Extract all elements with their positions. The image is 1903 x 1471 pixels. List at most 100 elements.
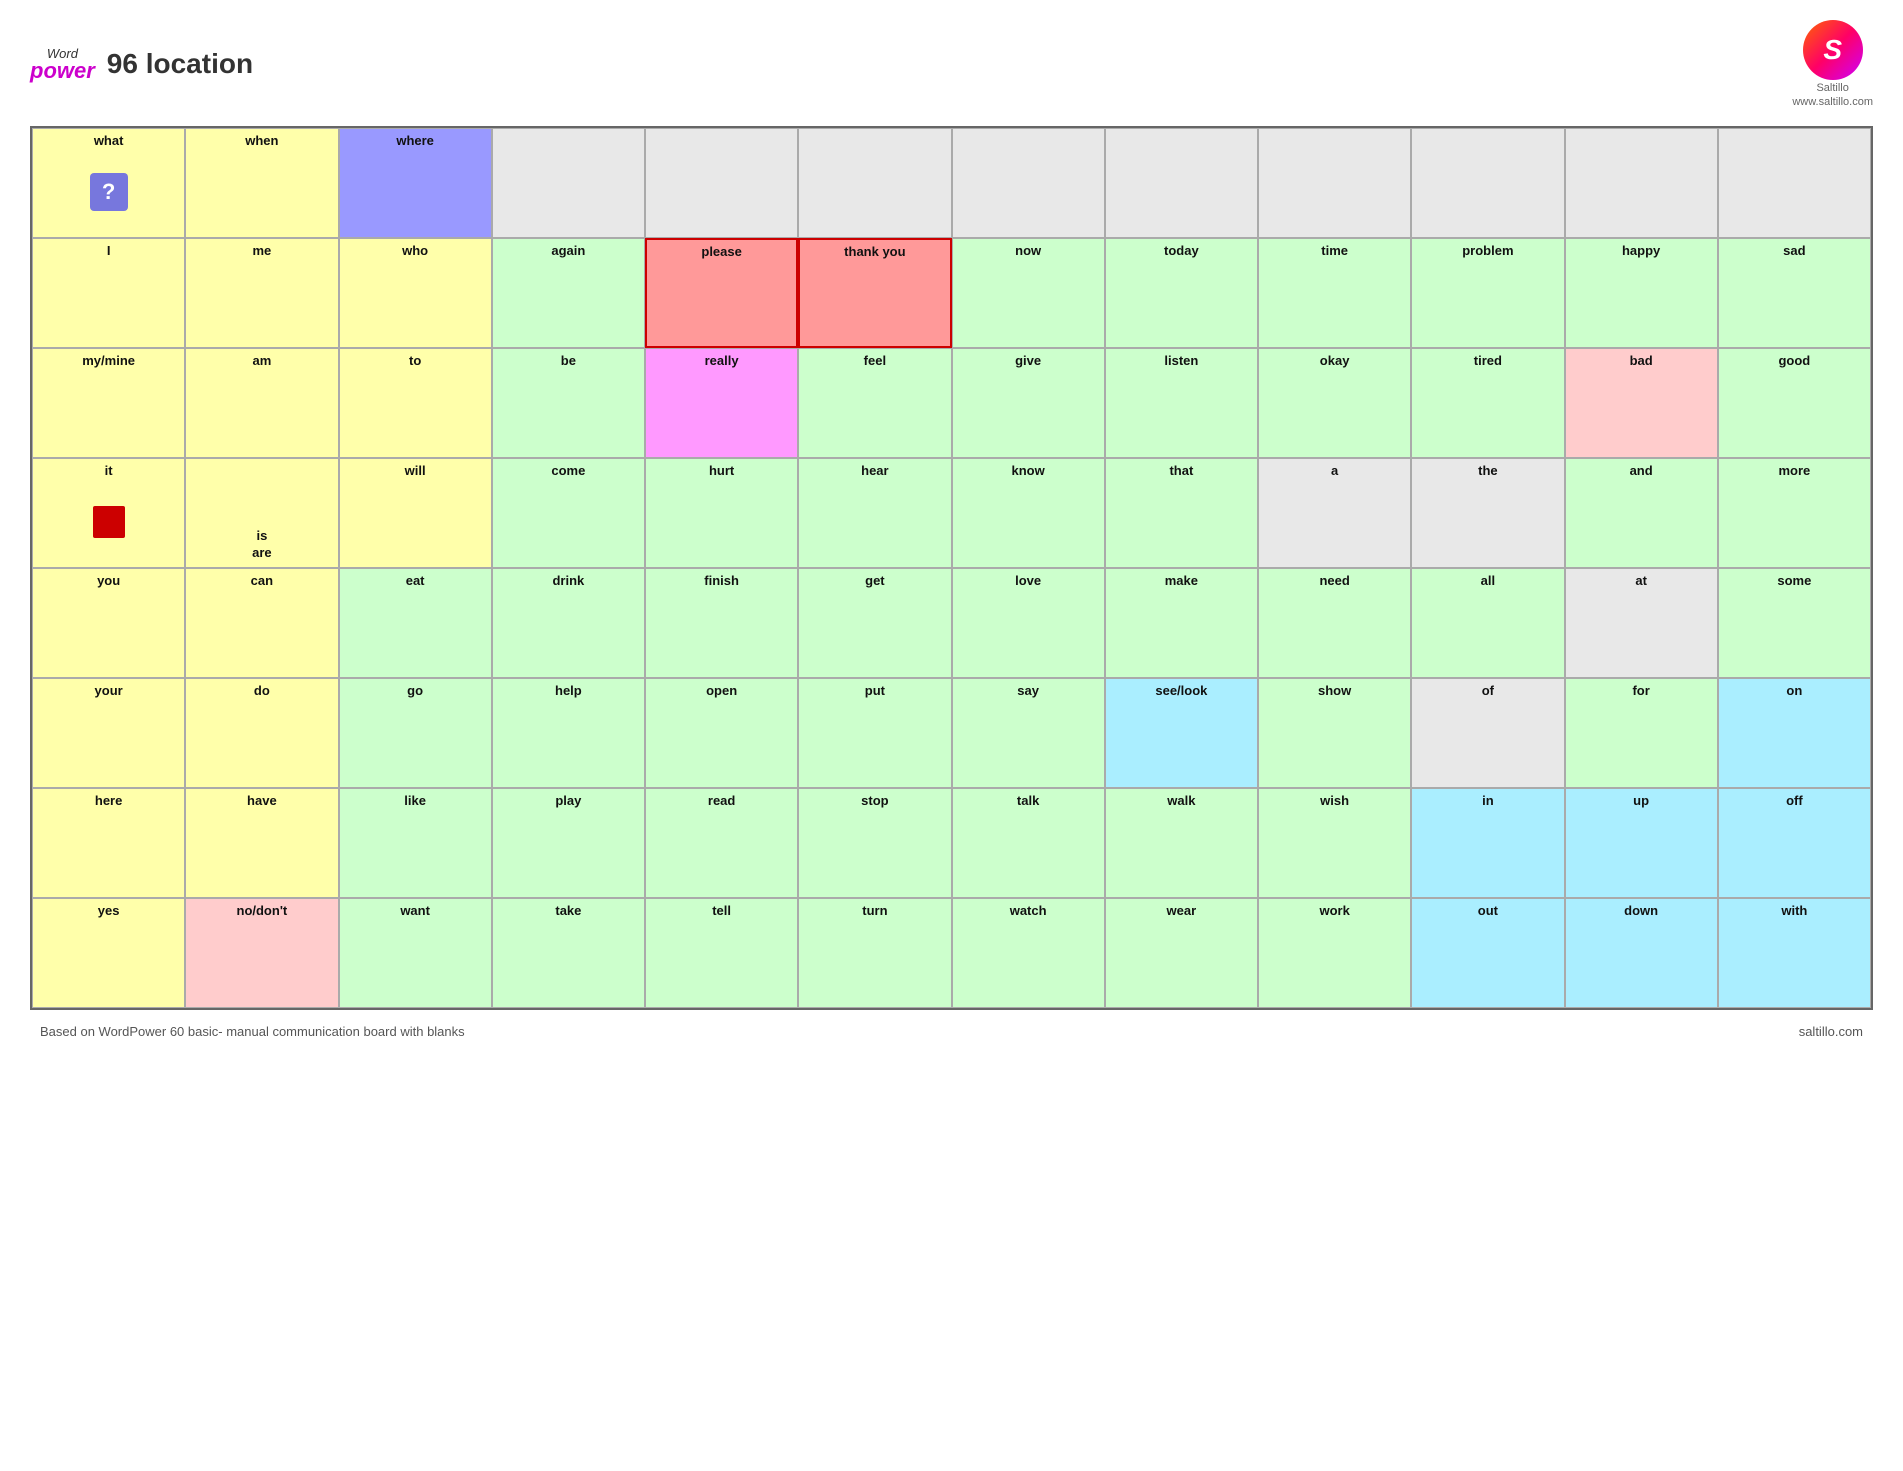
cell-really[interactable]: really [645,348,798,458]
cell-eat[interactable]: eat [339,568,492,678]
cell-take[interactable]: take [492,898,645,1008]
cell-walk[interactable]: walk [1105,788,1258,898]
cell-of[interactable]: of [1411,678,1564,788]
cell-see-look[interactable]: see/look [1105,678,1258,788]
cell-today[interactable]: today [1105,238,1258,348]
cell-have[interactable]: have [185,788,338,898]
cell-your[interactable]: your [32,678,185,788]
cell-problem[interactable]: problem ? [1411,238,1564,348]
cell-tired[interactable]: tired z z [1411,348,1564,458]
cell-hear[interactable]: hear [798,458,951,568]
cell-bad[interactable]: bad [1565,348,1718,458]
cell-work[interactable]: work [1258,898,1411,1008]
page-footer: Based on WordPower 60 basic- manual comm… [30,1024,1873,1039]
cell-want[interactable]: want [339,898,492,1008]
cell-and[interactable]: and + [1565,458,1718,568]
cell-at[interactable]: at [1565,568,1718,678]
cell-a[interactable]: a [1258,458,1411,568]
cell-watch[interactable]: watch [952,898,1105,1008]
cell-be[interactable]: be [492,348,645,458]
cell-where[interactable]: where [339,128,492,238]
cell-when[interactable]: when [185,128,338,238]
cell-mymine[interactable]: my/mine [32,348,185,458]
cell-label-walk: walk [1167,793,1195,809]
cell-label-down: down [1624,903,1658,919]
cell-yes[interactable]: yes [32,898,185,1008]
cell-time[interactable]: time [1258,238,1411,348]
cell-say[interactable]: say [952,678,1105,788]
cell-thank-you[interactable]: thank you [798,238,951,348]
cell-label-up: up [1633,793,1649,809]
cell-is-are[interactable]: is are [185,458,338,568]
saltillo-label: Saltillo [1816,82,1848,94]
cell-sad[interactable]: sad [1718,238,1871,348]
cell-know[interactable]: know [952,458,1105,568]
cell-who[interactable]: who ? [339,238,492,348]
cell-talk[interactable]: talk [952,788,1105,898]
cell-some[interactable]: some [1718,568,1871,678]
cell-open[interactable]: open [645,678,798,788]
cell-all[interactable]: all ↑↑↑ [1411,568,1564,678]
cell-icon-it [93,481,125,563]
cell-turn[interactable]: turn [798,898,951,1008]
cell-label-seelook: see/look [1155,683,1207,699]
cell-up[interactable]: up [1565,788,1718,898]
cell-am[interactable]: am [185,348,338,458]
cell-feel[interactable]: feel [798,348,951,458]
cell-stop[interactable]: stop STOP [798,788,951,898]
cell-need[interactable]: need [1258,568,1411,678]
cell-give[interactable]: give [952,348,1105,458]
cell-put[interactable]: put [798,678,951,788]
wordpower-logo: Word power [30,47,95,82]
cell-wear[interactable]: wear [1105,898,1258,1008]
cell-come[interactable]: come [492,458,645,568]
cell-tell[interactable]: tell [645,898,798,1008]
cell-listen[interactable]: listen [1105,348,1258,458]
cell-good[interactable]: good [1718,348,1871,458]
cell-what[interactable]: what ? [32,128,185,238]
cell-read[interactable]: read [645,788,798,898]
cell-that[interactable]: that [1105,458,1258,568]
cell-you[interactable]: you [32,568,185,678]
cell-like[interactable]: like [339,788,492,898]
cell-out[interactable]: out [1411,898,1564,1008]
cell-with[interactable]: with [1718,898,1871,1008]
cell-happy[interactable]: happy [1565,238,1718,348]
cell-will[interactable]: will [339,458,492,568]
cell-nodont[interactable]: no/don't [185,898,338,1008]
cell-label-out: out [1478,903,1498,919]
cell-the[interactable]: the [1411,458,1564,568]
cell-here[interactable]: here [32,788,185,898]
cell-make[interactable]: make [1105,568,1258,678]
cell-on[interactable]: on [1718,678,1871,788]
cell-I[interactable]: I [32,238,185,348]
cell-in[interactable]: in [1411,788,1564,898]
cell-show[interactable]: show [1258,678,1411,788]
cell-finish[interactable]: finish [645,568,798,678]
cell-please[interactable]: please [645,238,798,348]
cell-go[interactable]: go [339,678,492,788]
cell-more[interactable]: more [1718,458,1871,568]
cell-label-some: some [1777,573,1811,589]
cell-okay[interactable]: okay OK [1258,348,1411,458]
cell-for[interactable]: for [1565,678,1718,788]
cell-label-okay: okay [1320,353,1350,369]
cell-play[interactable]: play [492,788,645,898]
cell-it[interactable]: it [32,458,185,568]
cell-drink[interactable]: drink [492,568,645,678]
cell-wish[interactable]: wish [1258,788,1411,898]
cell-off[interactable]: off [1718,788,1871,898]
cell-do[interactable]: do [185,678,338,788]
cell-get[interactable]: get [798,568,951,678]
cell-love[interactable]: love [952,568,1105,678]
cell-hurt[interactable]: hurt 😣 [645,458,798,568]
cell-me[interactable]: me me [185,238,338,348]
cell-help[interactable]: help [492,678,645,788]
cell-can[interactable]: can [185,568,338,678]
cell-label-play: play [555,793,581,809]
cell-to[interactable]: to [339,348,492,458]
cell-again[interactable]: again [492,238,645,348]
cell-now[interactable]: now now [952,238,1105,348]
cell-down[interactable]: down [1565,898,1718,1008]
cell-label-bad: bad [1630,353,1653,369]
